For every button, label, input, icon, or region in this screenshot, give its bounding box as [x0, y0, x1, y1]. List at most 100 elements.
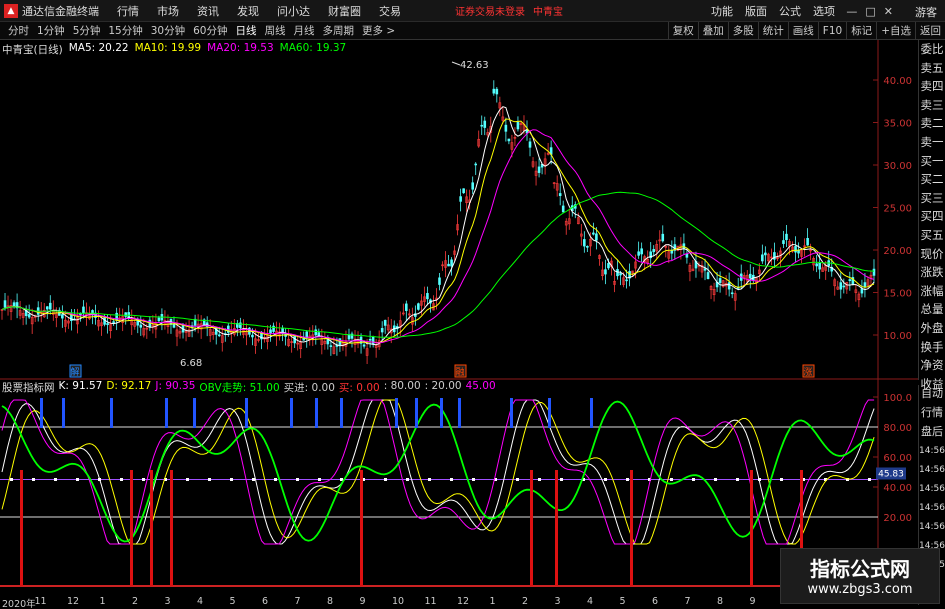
- candle-body: [785, 233, 788, 241]
- menu-options[interactable]: 选项: [813, 3, 835, 19]
- period-1min[interactable]: 1分钟: [37, 23, 65, 38]
- ref-dot: [10, 478, 13, 481]
- menu-discover[interactable]: 发现: [237, 3, 259, 19]
- candle-body: [447, 263, 450, 267]
- rp-change[interactable]: 涨跌: [919, 263, 945, 282]
- period-30min[interactable]: 30分钟: [151, 23, 185, 38]
- adjust-button[interactable]: 复权: [667, 22, 698, 40]
- candle-body: [3, 300, 7, 308]
- ref-dot: [560, 478, 563, 481]
- rp-weibi[interactable]: 委比: [919, 40, 945, 59]
- candle-body: [604, 269, 607, 275]
- signal-bar-blue: [548, 398, 551, 428]
- minimize-icon[interactable]: —: [846, 5, 857, 18]
- rp-quotes[interactable]: 行情: [919, 404, 945, 423]
- rp-time: 14:56: [919, 484, 945, 494]
- candle-body: [172, 323, 176, 328]
- signal-bar-blue: [62, 398, 65, 428]
- menu-layout[interactable]: 版面: [745, 3, 767, 19]
- candle-body: [670, 250, 674, 254]
- menu-ask-xiaoda[interactable]: 问小达: [277, 3, 310, 19]
- candle-body: [405, 303, 408, 311]
- signal-bar-red: [170, 470, 173, 586]
- rp-time: 14:56: [919, 522, 945, 532]
- menu-trade[interactable]: 交易: [379, 3, 401, 19]
- rp-buy3[interactable]: 买三: [919, 189, 945, 208]
- draw-line-button[interactable]: 画线: [787, 22, 818, 40]
- mark-button[interactable]: 标记: [846, 22, 876, 40]
- candle-body: [818, 262, 821, 270]
- candle-body: [426, 293, 429, 300]
- rp-outer[interactable]: 外盘: [919, 319, 945, 338]
- rp-buy2[interactable]: 买二: [919, 170, 945, 189]
- multi-stock-button[interactable]: 多股: [727, 22, 758, 40]
- rp-price[interactable]: 现价: [919, 245, 945, 264]
- menu-functions[interactable]: 功能: [711, 3, 733, 19]
- rp-sell3[interactable]: 卖三: [919, 96, 945, 115]
- candle-body: [157, 317, 161, 322]
- period-5min[interactable]: 5分钟: [73, 23, 101, 38]
- menu-news[interactable]: 资讯: [197, 3, 219, 19]
- toolbar-right: 复权 叠加 多股 统计 画线 F10 标记 +自选 返回: [667, 22, 945, 40]
- date-tick: 2: [132, 596, 139, 607]
- login-notice[interactable]: 证券交易未登录: [455, 3, 525, 18]
- menu-market-quotes[interactable]: 行情: [117, 3, 139, 19]
- menu-wealth-circle[interactable]: 财富圈: [328, 3, 361, 19]
- price-tick-label: 30.00: [883, 161, 912, 172]
- f10-button[interactable]: F10: [817, 22, 846, 40]
- rp-sell5[interactable]: 卖五: [919, 59, 945, 78]
- rp-buy1[interactable]: 买一: [919, 152, 945, 171]
- statistics-button[interactable]: 统计: [757, 22, 788, 40]
- rp-volume[interactable]: 总量: [919, 300, 945, 319]
- period-more[interactable]: 更多 >: [362, 23, 395, 38]
- signal-bar-blue: [40, 398, 43, 428]
- close-icon[interactable]: ✕: [884, 5, 893, 18]
- rp-sell4[interactable]: 卖四: [919, 77, 945, 96]
- maximize-icon[interactable]: □: [865, 5, 875, 18]
- rp-buy5[interactable]: 买五: [919, 226, 945, 245]
- rp-turnover[interactable]: 换手: [919, 338, 945, 357]
- period-60min[interactable]: 60分钟: [193, 23, 227, 38]
- rp-net-asset[interactable]: 净资: [919, 356, 945, 375]
- indicator-20: : 20.00: [424, 380, 462, 392]
- price-tick-label: 40.00: [883, 76, 912, 87]
- period-multi[interactable]: 多周期: [323, 23, 355, 38]
- quote-side-panel: 委比 卖五 卖四 卖三 卖二 卖一 买一 买二 买三 买四 买五 现价 涨跌 涨…: [918, 40, 945, 391]
- candle-body: [586, 246, 589, 248]
- rp-sell1[interactable]: 卖一: [919, 133, 945, 152]
- stock-name-title: 中青宝: [533, 7, 563, 18]
- overlay-button[interactable]: 叠加: [697, 22, 728, 40]
- guest-label[interactable]: 游客: [915, 4, 937, 20]
- price-tick-label: 20.00: [883, 246, 912, 257]
- add-watchlist-button[interactable]: +自选: [876, 22, 915, 40]
- period-monthly[interactable]: 月线: [294, 23, 315, 38]
- ma20-label: MA20: 19.53: [207, 42, 274, 54]
- date-tick: 11: [34, 596, 47, 607]
- rp-buy4[interactable]: 买四: [919, 207, 945, 226]
- date-tick: 7: [294, 596, 301, 607]
- rp-auto[interactable]: 自动: [919, 385, 945, 404]
- menu-formula[interactable]: 公式: [779, 3, 801, 19]
- candle-body: [782, 240, 785, 244]
- period-intraday[interactable]: 分时: [8, 23, 29, 38]
- window-buttons: — □ ✕: [846, 0, 893, 22]
- period-15min[interactable]: 15分钟: [108, 23, 142, 38]
- date-tick: 8: [717, 596, 724, 607]
- rp-after-hours[interactable]: 盘后: [919, 423, 945, 442]
- rp-time: 14:56: [919, 465, 945, 475]
- rp-sell2[interactable]: 卖二: [919, 114, 945, 133]
- candle-body: [474, 163, 478, 166]
- app-title: 通达信金融终端: [22, 4, 99, 18]
- indicator-name[interactable]: 股票指标网: [2, 380, 55, 394]
- period-daily[interactable]: 日线: [236, 23, 257, 38]
- candle-body: [595, 233, 598, 241]
- signal-bar-blue: [458, 398, 461, 428]
- candle-body: [368, 338, 372, 341]
- period-weekly[interactable]: 周线: [265, 23, 286, 38]
- menu-market[interactable]: 市场: [157, 3, 179, 19]
- chart-canvas[interactable]: 40.00 35.00 30.00 25.00 20.00 15.00 10.00 42.63…: [0, 40, 918, 596]
- candle-body: [637, 251, 640, 256]
- candle-body: [48, 302, 52, 310]
- back-button[interactable]: 返回: [915, 22, 945, 40]
- rp-change-pct[interactable]: 涨幅: [919, 282, 945, 301]
